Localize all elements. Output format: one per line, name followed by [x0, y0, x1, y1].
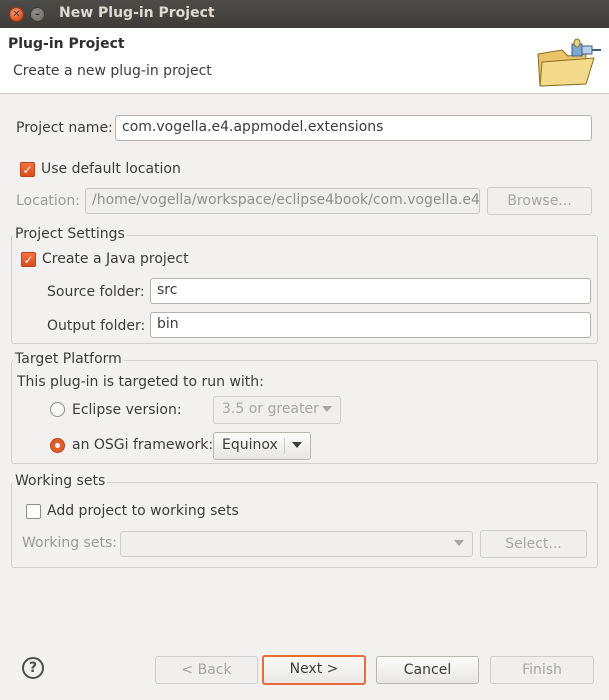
- source-folder-input[interactable]: src: [150, 278, 591, 304]
- chevron-down-icon: [292, 442, 302, 448]
- window-titlebar: ✕ – New Plug-in Project: [0, 0, 609, 28]
- output-folder-label: Output folder:: [47, 318, 146, 334]
- chevron-down-icon: [454, 540, 464, 546]
- project-name-label: Project name:: [16, 120, 113, 136]
- use-default-location-checkbox[interactable]: ✓: [20, 162, 35, 177]
- window-title: New Plug-in Project: [59, 5, 215, 21]
- location-label: Location:: [16, 193, 80, 209]
- osgi-framework-value: Equinox: [222, 437, 278, 453]
- project-settings-title: Project Settings: [13, 226, 127, 242]
- create-java-project-label[interactable]: Create a Java project: [42, 251, 189, 267]
- eclipse-version-value: 3.5 or greater: [222, 401, 319, 417]
- osgi-framework-radio[interactable]: [50, 438, 65, 453]
- back-button[interactable]: < Back: [155, 656, 258, 684]
- help-icon[interactable]: ?: [22, 657, 44, 679]
- working-sets-dropdown[interactable]: [120, 531, 473, 557]
- page-title: Plug-in Project: [8, 36, 125, 52]
- working-sets-label: Working sets:: [22, 535, 117, 551]
- chevron-down-icon: [322, 406, 332, 412]
- create-java-project-checkbox[interactable]: ✓: [21, 252, 36, 267]
- eclipse-version-label[interactable]: Eclipse version:: [72, 402, 182, 418]
- cancel-button[interactable]: Cancel: [376, 656, 479, 684]
- window-minimize-button[interactable]: –: [30, 7, 45, 22]
- browse-button[interactable]: Browse...: [487, 187, 592, 215]
- source-folder-label: Source folder:: [47, 284, 145, 300]
- target-intro-text: This plug-in is targeted to run with:: [17, 374, 264, 390]
- next-button[interactable]: Next >: [262, 655, 366, 685]
- select-working-sets-button[interactable]: Select...: [480, 530, 587, 558]
- add-to-working-sets-checkbox[interactable]: [26, 504, 41, 519]
- osgi-framework-dropdown[interactable]: Equinox: [213, 432, 311, 460]
- use-default-location-label[interactable]: Use default location: [41, 161, 181, 177]
- page-subtitle: Create a new plug-in project: [13, 63, 212, 79]
- eclipse-version-dropdown[interactable]: 3.5 or greater: [213, 396, 341, 424]
- osgi-framework-label[interactable]: an OSGi framework:: [72, 437, 213, 453]
- window-close-button[interactable]: ✕: [9, 7, 24, 22]
- finish-button[interactable]: Finish: [490, 656, 594, 684]
- output-folder-input[interactable]: bin: [150, 312, 591, 338]
- plugin-wizard-icon: [537, 38, 601, 87]
- project-name-input[interactable]: com.vogella.e4.appmodel.extensions: [115, 115, 592, 141]
- working-sets-title: Working sets: [13, 473, 108, 489]
- eclipse-version-radio[interactable]: [50, 402, 65, 417]
- checkmark-icon: ✓: [22, 163, 33, 177]
- checkmark-icon: ✓: [23, 253, 34, 267]
- wizard-header: Plug-in Project Create a new plug-in pro…: [0, 28, 609, 94]
- add-to-working-sets-label[interactable]: Add project to working sets: [47, 503, 239, 519]
- close-icon: ✕: [12, 9, 21, 20]
- location-input[interactable]: /home/vogella/workspace/eclipse4book/com…: [85, 188, 480, 214]
- minimize-icon: –: [35, 9, 40, 20]
- dropdown-separator: [284, 438, 285, 454]
- target-platform-title: Target Platform: [13, 351, 124, 367]
